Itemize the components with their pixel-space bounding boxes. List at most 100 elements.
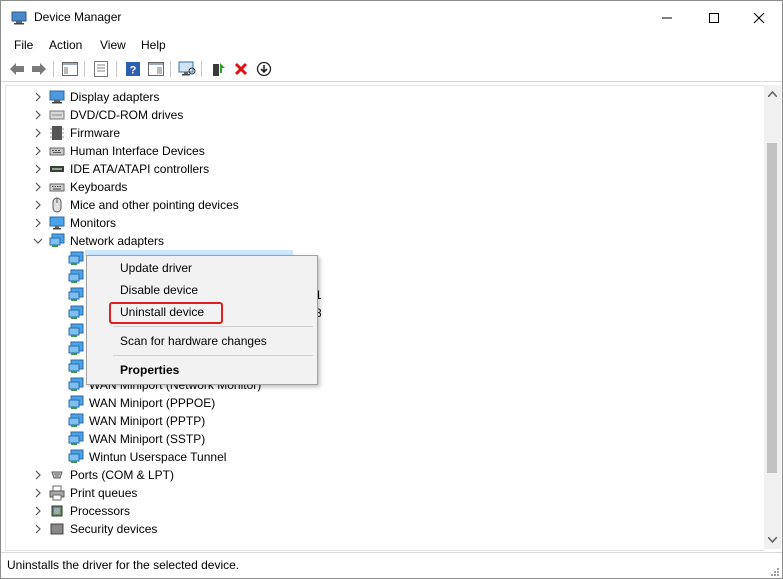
tree-category-ide-controller[interactable]: IDE ATA/ATAPI controllers — [33, 160, 209, 178]
chevron-right-icon[interactable] — [33, 128, 43, 138]
network-adapter-item[interactable]: WAN Miniport (SSTP) — [68, 430, 205, 448]
scroll-up-icon[interactable] — [768, 91, 777, 97]
window-title: Device Manager — [34, 10, 122, 24]
help-icon: ? — [126, 62, 140, 77]
vertical-scrollbar[interactable] — [764, 85, 781, 549]
arrow-right-icon — [32, 63, 46, 75]
chevron-right-icon[interactable] — [33, 164, 43, 174]
device-manager-icon — [11, 11, 27, 25]
monitor-scan-icon — [178, 61, 196, 76]
tree-item-label: Print queues — [70, 486, 138, 500]
processor-icon — [49, 503, 65, 519]
tree-category-port[interactable]: Ports (COM & LPT) — [33, 466, 174, 484]
menu-update-driver[interactable]: Update driver — [120, 261, 192, 275]
scan-hardware-button[interactable] — [178, 60, 196, 78]
menu-file[interactable]: File — [14, 38, 33, 52]
network-adapter-icon — [68, 305, 84, 321]
tree-item-label: Display adapters — [70, 90, 160, 104]
tree-item-label: Ports (COM & LPT) — [70, 468, 175, 482]
tree-item-label: IDE ATA/ATAPI controllers — [70, 162, 210, 176]
network-adapter-icon — [68, 431, 84, 447]
network-adapter-icon — [68, 287, 84, 303]
arrow-left-icon — [10, 63, 24, 75]
tree-item-label: Keyboards — [70, 180, 128, 194]
properties-toolbar-button[interactable] — [92, 60, 110, 78]
network-adapter-item[interactable]: WAN Miniport (PPPOE) — [68, 394, 215, 412]
menu-properties[interactable]: Properties — [120, 363, 179, 377]
forward-button[interactable] — [30, 60, 48, 78]
menu-scan-hardware[interactable]: Scan for hardware changes — [120, 334, 267, 348]
chevron-right-icon[interactable] — [33, 506, 43, 516]
status-text: Uninstalls the driver for the selected d… — [7, 558, 240, 572]
menu-separator — [113, 326, 313, 327]
back-button[interactable] — [8, 60, 26, 78]
uninstall-toolbar-button[interactable] — [232, 60, 250, 78]
close-button[interactable] — [736, 1, 782, 35]
hid-icon — [49, 143, 65, 159]
scrollbar-thumb[interactable] — [767, 143, 777, 473]
view-pane-icon — [148, 62, 164, 76]
tree-item-label: Network adapters — [70, 234, 165, 248]
update-driver-icon — [213, 63, 225, 76]
keyboard-icon — [49, 179, 65, 195]
tree-category-network-adapter[interactable]: Network adapters — [33, 232, 164, 250]
tree-item-label: Monitors — [70, 216, 117, 230]
tree-category-dvd-drive[interactable]: DVD/CD-ROM drives — [33, 106, 183, 124]
chevron-right-icon[interactable] — [33, 200, 43, 210]
tree-item-label: DVD/CD-ROM drives — [70, 108, 184, 122]
tree-category-firmware[interactable]: Firmware — [33, 124, 120, 142]
chevron-right-icon[interactable] — [33, 146, 43, 156]
menu-view[interactable]: View — [100, 38, 126, 52]
network-adapter-icon — [68, 449, 84, 465]
delete-x-icon — [234, 62, 248, 76]
port-icon — [49, 467, 65, 483]
menu-uninstall-device[interactable]: Uninstall device — [120, 305, 204, 319]
tree-item-label: Firmware — [70, 126, 120, 140]
tree-category-hid[interactable]: Human Interface Devices — [33, 142, 205, 160]
device-manager-window: Device Manager File Action View Help ? D… — [0, 0, 783, 579]
security-device-icon — [49, 521, 65, 537]
tree-category-display-adapter[interactable]: Display adapters — [33, 88, 159, 106]
properties-icon — [94, 61, 108, 77]
chevron-right-icon[interactable] — [33, 524, 43, 534]
chevron-right-icon[interactable] — [33, 488, 43, 498]
network-adapter-item[interactable]: Wintun Userspace Tunnel — [68, 448, 226, 466]
tree-category-mouse[interactable]: Mice and other pointing devices — [33, 196, 239, 214]
network-adapter-icon — [68, 323, 84, 339]
tree-category-processor[interactable]: Processors — [33, 502, 130, 520]
maximize-button[interactable] — [691, 1, 737, 35]
chevron-right-icon[interactable] — [33, 218, 43, 228]
network-adapter-icon — [68, 269, 84, 285]
help-toolbar-button[interactable]: ? — [124, 60, 142, 78]
resize-grip-icon[interactable] — [770, 567, 780, 577]
tree-category-monitor[interactable]: Monitors — [33, 214, 116, 232]
menu-action[interactable]: Action — [49, 38, 82, 52]
network-adapter-icon — [68, 359, 84, 375]
tree-category-security-device[interactable]: Security devices — [33, 520, 157, 538]
scroll-down-icon[interactable] — [768, 537, 777, 543]
update-driver-button[interactable] — [209, 60, 227, 78]
chevron-right-icon[interactable] — [33, 92, 43, 102]
chevron-right-icon[interactable] — [33, 110, 43, 120]
context-menu: Update driver Disable device Uninstall d… — [86, 255, 318, 385]
chevron-down-icon[interactable] — [33, 236, 43, 246]
network-adapter-icon — [68, 251, 84, 267]
download-driver-button[interactable] — [255, 60, 273, 78]
printer-icon — [49, 485, 65, 501]
maximize-icon — [709, 13, 719, 23]
tree-category-printer[interactable]: Print queues — [33, 484, 137, 502]
tree-category-keyboard[interactable]: Keyboards — [33, 178, 127, 196]
toolbar: ? — [1, 57, 782, 82]
menu-disable-device[interactable]: Disable device — [120, 283, 198, 297]
chevron-right-icon[interactable] — [33, 182, 43, 192]
toolbar-separator — [116, 61, 117, 77]
network-adapter-item[interactable]: WAN Miniport (PPTP) — [68, 412, 205, 430]
minimize-button[interactable] — [644, 1, 690, 35]
toolbar-separator — [201, 61, 202, 77]
console-tree-icon — [62, 62, 78, 76]
chevron-right-icon[interactable] — [33, 470, 43, 480]
menu-help[interactable]: Help — [141, 38, 166, 52]
show-hide-console-button[interactable] — [61, 60, 79, 78]
action-view-button[interactable] — [147, 60, 165, 78]
network-adapter-icon — [68, 341, 84, 357]
